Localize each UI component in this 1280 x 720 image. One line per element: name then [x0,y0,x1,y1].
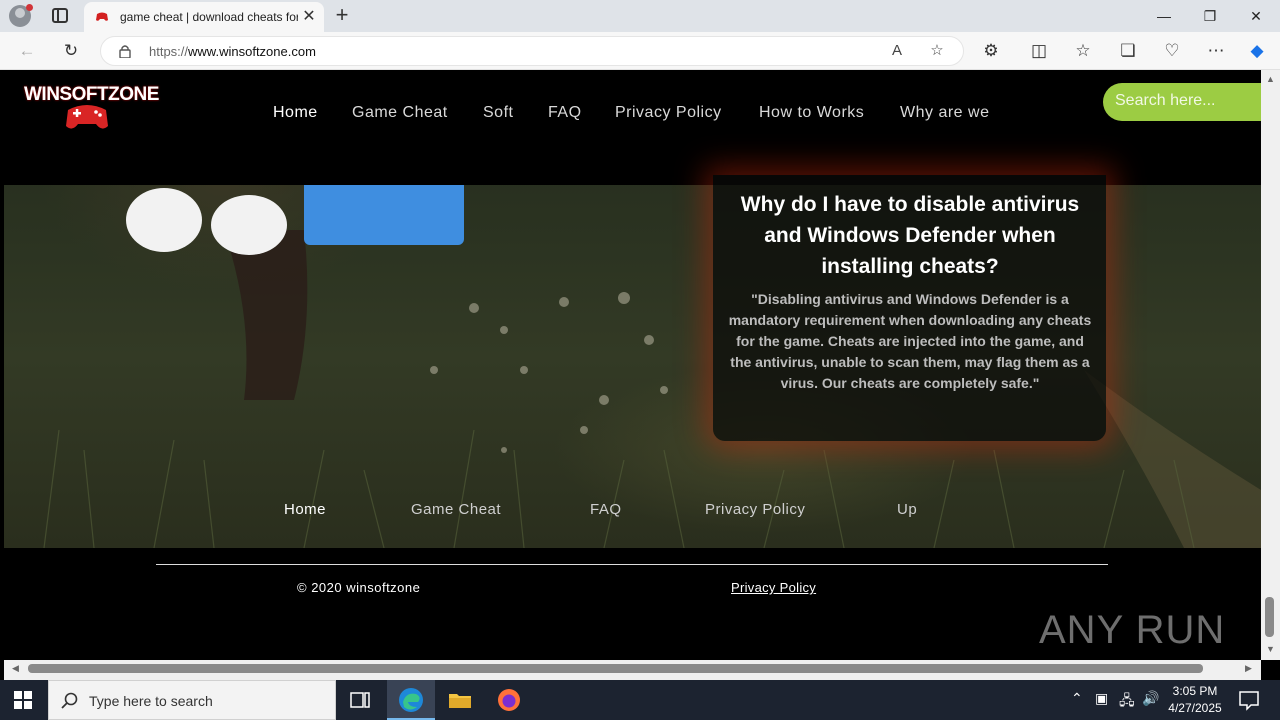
clock-date: 4/27/2025 [1168,701,1222,715]
nav-privacy-policy[interactable]: Privacy Policy [615,104,722,122]
site-footer: © 2020 winsoftzone Privacy Policy ANY RU… [4,548,1261,660]
gamepad-logo-icon [66,105,108,129]
scroll-up-arrow-icon[interactable]: ▲ [1266,74,1275,84]
minimize-button[interactable]: — [1152,4,1176,28]
back-arrow-icon[interactable]: ← [16,40,38,62]
anyrun-watermark: ANY RUN [1039,608,1226,652]
tab-title: game cheat | download cheats for [120,10,298,24]
nav-faq[interactable]: FAQ [548,104,582,122]
cartoon-character-image [126,185,464,255]
browser-toolbar: ← ↻ https://www.winsoftzone.com A ☆ ⚙ ◫ … [0,32,1280,70]
horizontal-scroll-thumb[interactable] [28,664,1203,673]
file-explorer-icon[interactable] [448,688,472,712]
search-placeholder: Search here... [1115,92,1216,109]
taskbar-search-placeholder: Type here to search [89,693,213,709]
faq-card: Why do I have to disable antivirus and W… [713,175,1106,441]
footer-nav-home[interactable]: Home [284,501,326,518]
page-viewport: WINSOFTZONE Home Game Cheat Soft FAQ Pri… [4,70,1261,660]
windows-taskbar: Type here to search ⌃ ▣ 🖧 🔊 3:05 PM 4/27… [0,680,1280,720]
footer-nav-privacy-policy[interactable]: Privacy Policy [705,501,805,518]
search-icon [61,692,78,709]
extensions-icon[interactable]: ⚙ [980,40,1002,62]
new-tab-button[interactable]: + [331,4,353,26]
gamepad-favicon-icon [96,12,108,21]
browser-tab-active[interactable]: game cheat | download cheats for ✕ [84,2,324,32]
read-aloud-icon[interactable]: A [887,41,907,61]
nav-game-cheat[interactable]: Game Cheat [352,104,448,122]
site-search-input[interactable]: Search here... [1103,83,1261,121]
vertical-scrollbar[interactable]: ▲ ▼ [1261,70,1280,660]
windows-start-icon[interactable] [14,691,32,709]
address-bar[interactable]: https://www.winsoftzone.com A ☆ [100,36,964,66]
nav-soft[interactable]: Soft [483,104,513,122]
faq-card-title: Why do I have to disable antivirus and W… [740,193,1080,278]
copyright-text: © 2020 winsoftzone [297,580,421,595]
nav-how-to-works[interactable]: How to Works [759,104,864,122]
tray-overflow-icon[interactable]: ⌃ [1071,690,1083,707]
footer-privacy-link[interactable]: Privacy Policy [731,580,816,595]
notification-center-icon[interactable] [1237,688,1261,712]
faq-card-text: "Disabling antivirus and Windows Defende… [728,291,1092,391]
more-menu-icon[interactable]: ⋯ [1205,40,1227,62]
copilot-icon[interactable]: ◆ [1246,40,1268,62]
site-logo[interactable]: WINSOFTZONE [24,82,159,132]
taskbar-clock[interactable]: 3:05 PM 4/27/2025 [1160,683,1230,717]
site-header: WINSOFTZONE Home Game Cheat Soft FAQ Pri… [4,70,1261,185]
url-text[interactable]: https://www.winsoftzone.com [149,44,316,59]
tab-close-icon[interactable]: ✕ [300,8,318,26]
tab-strip: game cheat | download cheats for ✕ + — ❐… [0,0,1280,32]
split-screen-icon[interactable]: ◫ [1028,40,1050,62]
scroll-down-arrow-icon[interactable]: ▼ [1266,644,1275,654]
vertical-scroll-thumb[interactable] [1265,597,1274,637]
restore-button[interactable]: ❐ [1198,4,1222,28]
collections-icon[interactable]: ❏ [1117,40,1139,62]
horizontal-scrollbar[interactable]: ◀ ▶ [4,660,1261,680]
edge-browser-icon [399,688,423,712]
refresh-icon[interactable]: ↻ [60,40,82,62]
close-window-button[interactable]: ✕ [1244,4,1268,28]
notification-dot [26,4,33,11]
scroll-left-arrow-icon[interactable]: ◀ [12,663,19,674]
clock-time: 3:05 PM [1172,684,1218,698]
footer-nav-up[interactable]: Up [897,501,917,518]
tab-actions-icon[interactable] [52,8,68,23]
task-view-icon[interactable] [348,688,372,712]
device-icon[interactable]: ▣ [1095,690,1108,707]
favorite-star-icon[interactable]: ☆ [927,41,947,61]
nav-home[interactable]: Home [273,104,318,122]
scroll-right-arrow-icon[interactable]: ▶ [1245,663,1252,674]
volume-icon[interactable]: 🔊 [1142,690,1159,707]
browser-essentials-icon[interactable]: ♡ [1161,40,1183,62]
edge-taskbar-button[interactable] [387,680,435,720]
taskbar-search-box[interactable]: Type here to search [48,680,336,720]
footer-nav-game-cheat[interactable]: Game Cheat [411,501,501,518]
nav-why-are-we[interactable]: Why are we [900,104,989,122]
footer-nav-faq[interactable]: FAQ [590,501,622,518]
favorites-icon[interactable]: ☆ [1072,40,1094,62]
firefox-icon[interactable] [497,688,521,712]
footer-divider [156,564,1108,565]
lock-icon[interactable] [119,44,131,58]
network-icon[interactable]: 🖧 [1119,690,1135,714]
